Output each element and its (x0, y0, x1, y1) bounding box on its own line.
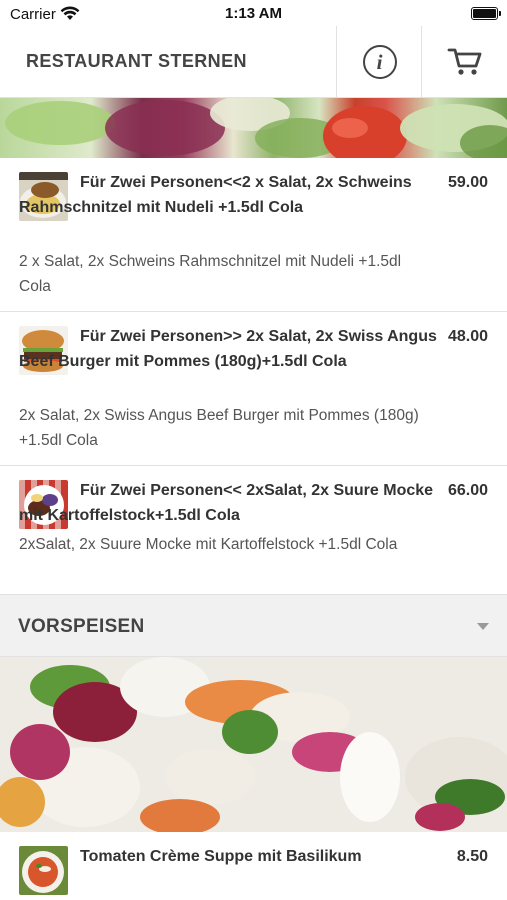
menu-item[interactable]: Tomaten Crème Suppe mit Basilikum 8.50 (0, 832, 507, 900)
item-description: 2 x Salat, 2x Schweins Rahmschnitzel mit… (19, 253, 402, 295)
status-bar: Carrier 1:13 AM (0, 0, 507, 28)
item-title: Tomaten Crème Suppe mit Basilikum (80, 848, 362, 865)
info-circle-icon: i (362, 45, 397, 79)
item-title: Für Zwei Personen>> 2x Salat, 2x Swiss A… (19, 328, 437, 370)
item-price: 8.50 (456, 848, 488, 865)
shopping-cart-icon (447, 48, 481, 75)
menu-item[interactable]: Für Zwei Personen>> 2x Salat, 2x Swiss A… (0, 312, 507, 466)
item-description: 2xSalat, 2x Suure Mocke mit Kartoffelsto… (19, 536, 398, 553)
item-price: 66.00 (447, 482, 488, 499)
section-header-vorspeisen[interactable]: VORSPEISEN (0, 595, 507, 657)
item-description: 2x Salat, 2x Swiss Angus Beef Burger mit… (19, 407, 419, 449)
item-price: 59.00 (447, 174, 488, 191)
battery-icon (471, 7, 501, 20)
section-title: VORSPEISEN (18, 616, 145, 637)
cart-button[interactable] (421, 26, 507, 98)
menu-item[interactable]: Für Zwei Personen<< 2xSalat, 2x Suure Mo… (0, 466, 507, 595)
item-title: Für Zwei Personen<< 2xSalat, 2x Suure Mo… (19, 482, 434, 524)
item-price: 48.00 (447, 328, 488, 345)
item-title: Für Zwei Personen<<2 x Salat, 2x Schwein… (19, 174, 412, 216)
status-time: 1:13 AM (225, 5, 282, 22)
caret-down-icon (477, 623, 489, 630)
salad-banner-image (0, 98, 507, 158)
vorspeisen-banner-image (0, 657, 507, 832)
menu-item[interactable]: Für Zwei Personen<<2 x Salat, 2x Schwein… (0, 158, 507, 312)
app-header: RESTAURANT STERNEN i (0, 26, 507, 98)
info-button[interactable]: i (336, 26, 422, 98)
restaurant-title: RESTAURANT STERNEN (26, 51, 247, 71)
